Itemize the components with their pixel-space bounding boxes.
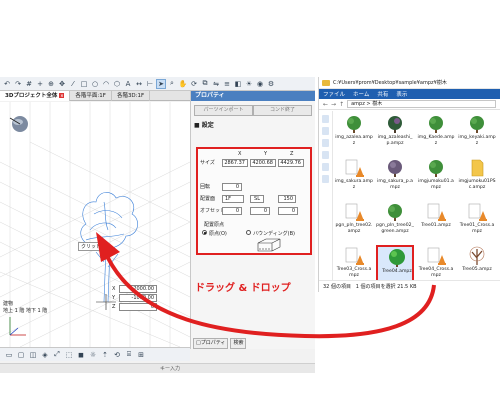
drag-arrow	[96, 232, 436, 339]
drag-drop-label: ドラッグ & ドロップ	[195, 283, 291, 294]
